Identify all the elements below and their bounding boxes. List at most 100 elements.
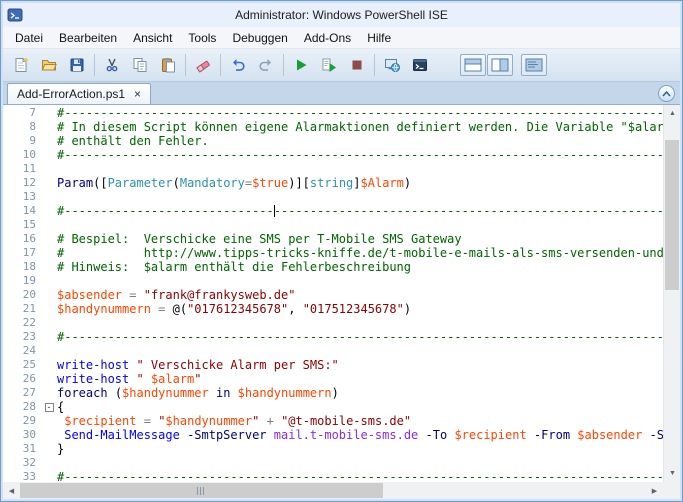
toolbar-separator [283, 54, 284, 76]
code-line-14[interactable]: 14#-------------------------------------… [3, 204, 663, 218]
fold-margin [41, 274, 57, 288]
close-icon[interactable]: × [134, 88, 141, 100]
code-line-19[interactable]: 19 [3, 274, 663, 288]
cut-icon [104, 57, 120, 73]
fold-collapse-icon[interactable]: - [45, 403, 54, 412]
code-text: foreach ($handynummer in $handynummern) [57, 386, 663, 400]
scroll-left-icon[interactable]: ◀ [3, 482, 20, 499]
undo-button[interactable] [224, 52, 252, 79]
scroll-right-icon[interactable]: ▶ [646, 482, 663, 499]
new-script-button[interactable] [7, 52, 35, 79]
vertical-scrollbar-thumb[interactable] [665, 140, 679, 290]
code-line-21[interactable]: 21$handynummern = @("017612345678", "017… [3, 302, 663, 316]
code-text: $absender = "frank@frankysweb.de" [57, 288, 663, 302]
vertical-scrollbar-track[interactable] [664, 122, 680, 465]
vertical-scrollbar[interactable]: ▲ ▼ [663, 105, 680, 482]
code-line-33[interactable]: 33#-------------------------------------… [3, 470, 663, 482]
title-bar[interactable]: Administrator: Windows PowerShell ISE [3, 3, 680, 27]
code-text [57, 190, 663, 204]
horizontal-scrollbar[interactable]: ◀ ▶ [3, 482, 663, 499]
code-line-32[interactable]: 32 [3, 456, 663, 470]
fold-margin [41, 414, 57, 428]
line-number: 22 [3, 316, 41, 330]
code-line-30[interactable]: 30 Send-MailMessage -SmtpServer mail.t-m… [3, 428, 663, 442]
fold-margin [41, 246, 57, 260]
code-line-17[interactable]: 17# http://www.tipps-tricks-kniffe.de/t-… [3, 246, 663, 260]
line-number: 15 [3, 218, 41, 232]
code-text: #---------------------------------------… [57, 470, 663, 482]
run-selection-button[interactable] [315, 52, 343, 79]
stop-operation-button[interactable] [343, 52, 371, 79]
line-number: 32 [3, 456, 41, 470]
paste-button[interactable] [154, 52, 182, 79]
code-line-23[interactable]: 23#-------------------------------------… [3, 330, 663, 344]
code-line-22[interactable]: 22 [3, 316, 663, 330]
code-text: # In diesem Script können eigene Alarmak… [57, 120, 663, 134]
scroll-up-icon[interactable]: ▲ [664, 105, 680, 122]
menu-tools[interactable]: Tools [180, 27, 224, 48]
collapse-script-pane-button[interactable] [658, 85, 675, 102]
code-line-13[interactable]: 13 [3, 190, 663, 204]
code-line-11[interactable]: 11 [3, 162, 663, 176]
code-line-7[interactable]: 7#--------------------------------------… [3, 106, 663, 120]
menu-ansicht[interactable]: Ansicht [125, 27, 180, 48]
line-number: 24 [3, 344, 41, 358]
code-line-8[interactable]: 8# In diesem Script können eigene Alarma… [3, 120, 663, 134]
horizontal-scrollbar-track[interactable] [20, 482, 646, 499]
menu-datei[interactable]: Datei [7, 27, 51, 48]
fold-margin [41, 162, 57, 176]
code-editor[interactable]: 7#--------------------------------------… [3, 105, 663, 482]
fold-margin [41, 106, 57, 120]
script-pane-top-icon [464, 58, 482, 72]
line-number: 18 [3, 260, 41, 274]
clear-console-button[interactable] [189, 52, 217, 79]
open-script-button[interactable] [35, 52, 63, 79]
code-line-25[interactable]: 25write-host " Verschicke Alarm per SMS:… [3, 358, 663, 372]
code-line-26[interactable]: 26write-host " $alarm" [3, 372, 663, 386]
menu-debuggen[interactable]: Debuggen [224, 27, 295, 48]
code-line-28[interactable]: 28-{ [3, 400, 663, 414]
fold-margin [41, 316, 57, 330]
stop-operation-icon [349, 57, 365, 73]
script-pane-right-button[interactable] [487, 54, 513, 76]
save-button[interactable] [63, 52, 91, 79]
run-script-button[interactable] [287, 52, 315, 79]
code-line-10[interactable]: 10#-------------------------------------… [3, 148, 663, 162]
line-number: 11 [3, 162, 41, 176]
code-line-20[interactable]: 20$absender = "frank@frankysweb.de" [3, 288, 663, 302]
fold-margin [41, 218, 57, 232]
redo-button[interactable] [252, 52, 280, 79]
code-line-29[interactable]: 29 $recipient = "$handynummer" + "@t-mob… [3, 414, 663, 428]
line-number: 30 [3, 428, 41, 442]
code-line-24[interactable]: 24 [3, 344, 663, 358]
start-powershell-button[interactable] [406, 52, 434, 79]
run-script-icon [293, 57, 309, 73]
code-text [57, 162, 663, 176]
new-remote-powershell-tab-button[interactable] [378, 52, 406, 79]
code-line-31[interactable]: 31} [3, 442, 663, 456]
save-icon [69, 57, 85, 73]
text-caret [274, 205, 275, 217]
tab-add-erroraction[interactable]: Add-ErrorAction.ps1 × [7, 83, 151, 104]
menu-addons[interactable]: Add-Ons [296, 27, 359, 48]
toolbar-separator [220, 54, 221, 76]
code-text: $handynummern = @("017612345678", "01751… [57, 302, 663, 316]
code-line-15[interactable]: 15 [3, 218, 663, 232]
cut-button[interactable] [98, 52, 126, 79]
script-pane-maximized-button[interactable] [521, 54, 547, 76]
script-pane: 7#--------------------------------------… [3, 105, 680, 482]
script-pane-top-button[interactable] [460, 54, 486, 76]
copy-button[interactable] [126, 52, 154, 79]
open-script-icon [41, 57, 57, 73]
code-line-27[interactable]: 27foreach ($handynummer in $handynummern… [3, 386, 663, 400]
menu-bearbeiten[interactable]: Bearbeiten [51, 27, 125, 48]
horizontal-scrollbar-thumb[interactable] [20, 483, 383, 498]
code-text: write-host " Verschicke Alarm per SMS:" [57, 358, 663, 372]
code-line-9[interactable]: 9# enthält den Fehler. [3, 134, 663, 148]
code-line-18[interactable]: 18# Hinweis: $alarm enthält die Fehlerbe… [3, 260, 663, 274]
scroll-down-icon[interactable]: ▼ [664, 465, 680, 482]
code-text: #---------------------------------------… [57, 204, 663, 218]
menu-hilfe[interactable]: Hilfe [359, 27, 399, 48]
code-line-16[interactable]: 16# Bespiel: Verschicke eine SMS per T-M… [3, 232, 663, 246]
code-line-12[interactable]: 12Param([Parameter(Mandatory=$true)][str… [3, 176, 663, 190]
